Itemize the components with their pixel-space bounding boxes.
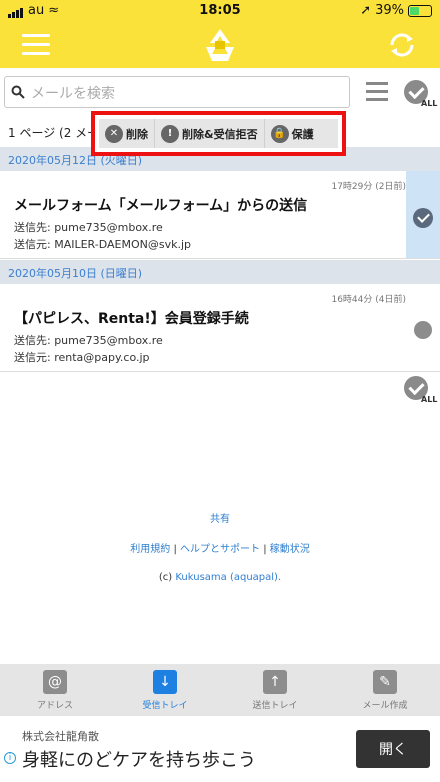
tab-sent[interactable]: ↑ 送信トレイ <box>220 664 330 716</box>
ad-title: 身軽にのどケアを持ち歩こう <box>22 750 256 771</box>
mail-time: 17時29分 (2日前) <box>331 182 406 192</box>
select-all-button[interactable]: ALL <box>404 376 438 406</box>
tab-compose[interactable]: ✎ メール作成 <box>330 664 440 716</box>
checked-icon <box>413 208 433 228</box>
delete-button[interactable]: ✕ 削除 <box>99 119 155 148</box>
protect-label: 保護 <box>291 127 314 141</box>
list-menu-icon[interactable] <box>366 82 388 101</box>
tab-label: メール作成 <box>362 701 408 711</box>
status-link[interactable]: 稼動状況 <box>270 544 310 555</box>
copyright-link[interactable]: Kukusama (aquapal). <box>175 572 281 583</box>
warning-icon: ! <box>161 124 179 143</box>
copyright: (c) Kukusama (aquapal). <box>0 572 440 583</box>
list-item[interactable]: 16時44分 (4日前) 【パピレス、Renta!】会員登録手続 送信先: pu… <box>0 284 440 372</box>
tab-label: アドレス <box>36 701 73 711</box>
select-all-button[interactable]: ALL <box>404 80 438 110</box>
info-icon[interactable]: i <box>4 752 16 764</box>
delete-icon: ✕ <box>105 124 123 143</box>
app-header <box>0 22 440 68</box>
date-header: 2020年05月10日 (日曜日) <box>0 260 440 284</box>
list-item[interactable]: 17時29分 (2日前) メールフォーム「メールフォーム」からの送信 送信先: … <box>0 171 440 259</box>
mail-time: 16時44分 (4日前) <box>331 295 406 305</box>
unselected-dot-icon[interactable] <box>414 321 432 339</box>
mail-to: 送信先: pume735@mbox.re <box>14 221 163 234</box>
action-popup: ✕ 削除 ! 削除&受信拒否 🔒 保護 <box>91 111 346 156</box>
status-bar: au ≈ 18:05 ➚ 39% <box>0 0 440 22</box>
inbox-icon: ↓ <box>153 670 177 694</box>
mail-from: 送信元: renta@papy.co.jp <box>14 351 150 364</box>
bottom-tab-bar: @ アドレス ↓ 受信トレイ ↑ 送信トレイ ✎ メール作成 <box>0 664 440 716</box>
delete-block-button[interactable]: ! 削除&受信拒否 <box>155 119 265 148</box>
location-icon: ➚ <box>360 3 372 18</box>
battery-icon <box>408 4 432 17</box>
status-right: ➚ 39% <box>360 3 432 18</box>
mail-subject: 【パピレス、Renta!】会員登録手続 <box>14 311 249 327</box>
select-cell[interactable] <box>406 171 440 258</box>
all-label: ALL <box>421 99 438 108</box>
page-info: 1 ページ (2 メー <box>8 126 100 140</box>
action-bar: ✕ 削除 ! 削除&受信拒否 🔒 保護 <box>99 119 338 148</box>
lock-icon: 🔒 <box>270 124 289 143</box>
footer-links: 利用規約 | ヘルプとサポート | 稼動状況 <box>0 540 440 555</box>
refresh-icon[interactable] <box>386 29 418 61</box>
compose-icon: ✎ <box>373 670 397 694</box>
mail-subject: メールフォーム「メールフォーム」からの送信 <box>14 198 308 214</box>
mail-from: 送信元: MAILER-DAEMON@svk.jp <box>14 238 191 251</box>
help-link[interactable]: ヘルプとサポート <box>180 544 260 555</box>
tab-label: 受信トレイ <box>142 701 188 711</box>
ad-open-button[interactable]: 開く <box>356 730 430 768</box>
search-input[interactable]: メールを検索 <box>4 76 350 108</box>
tab-address[interactable]: @ アドレス <box>0 664 110 716</box>
search-icon <box>11 85 25 99</box>
battery-percent: 39% <box>375 3 404 18</box>
delete-block-label: 削除&受信拒否 <box>182 127 258 141</box>
all-label: ALL <box>421 395 438 404</box>
ad-advertiser: 株式会社龍角散 <box>22 730 99 743</box>
outbox-icon: ↑ <box>263 670 287 694</box>
search-placeholder: メールを検索 <box>31 86 115 102</box>
tab-inbox[interactable]: ↓ 受信トレイ <box>110 664 220 716</box>
tab-label: 送信トレイ <box>252 701 298 711</box>
protect-button[interactable]: 🔒 保護 <box>265 119 320 148</box>
mail-to: 送信先: pume735@mbox.re <box>14 334 163 347</box>
address-book-icon: @ <box>43 670 67 694</box>
terms-link[interactable]: 利用規約 <box>130 544 170 555</box>
copyright-prefix: (c) <box>158 572 176 583</box>
delete-label: 削除 <box>126 127 148 141</box>
app-logo-icon[interactable] <box>200 27 240 63</box>
menu-icon[interactable] <box>22 34 50 56</box>
ad-banner[interactable]: i 株式会社龍角散 身軽にのどケアを持ち歩こう 開く <box>0 716 440 782</box>
share-link[interactable]: 共有 <box>0 510 440 525</box>
